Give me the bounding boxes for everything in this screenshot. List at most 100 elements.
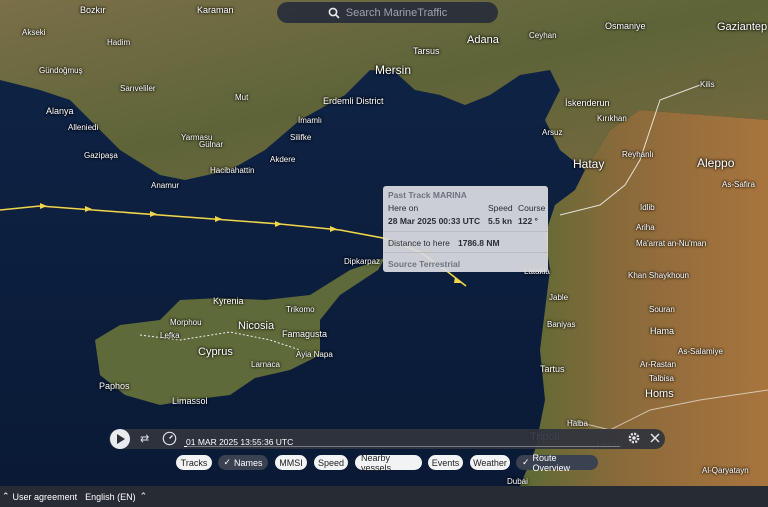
filter-chip[interactable]: Tracks bbox=[176, 455, 212, 470]
past-track-tooltip: Past Track MARINA Here on 28 Mar 2025 00… bbox=[383, 186, 548, 272]
search-bar[interactable]: Search MarineTraffic bbox=[277, 2, 498, 23]
chip-label: Weather bbox=[473, 457, 507, 468]
place-label: As-Salamiye bbox=[678, 347, 723, 356]
user-agreement-link[interactable]: User agreement bbox=[13, 492, 78, 502]
place-label: Adana bbox=[467, 34, 499, 46]
place-label: İmamlı bbox=[298, 116, 322, 125]
play-icon bbox=[116, 434, 125, 444]
filter-chip[interactable]: Weather bbox=[470, 455, 510, 470]
place-label: Paphos bbox=[99, 381, 130, 391]
filter-chip[interactable]: Nearby vessels bbox=[355, 452, 422, 473]
source-label: Source Terrestrial bbox=[388, 259, 461, 269]
place-label: Gülnar bbox=[199, 140, 224, 149]
place-label: Cyprus bbox=[198, 346, 233, 358]
chevron-up-icon[interactable]: ⌃ bbox=[140, 491, 148, 502]
place-label: Baniyas bbox=[547, 320, 576, 329]
place-label: Dubai bbox=[507, 477, 528, 486]
place-label: Tartus bbox=[540, 364, 565, 374]
place-label: As-Safira bbox=[722, 180, 755, 189]
filter-chip[interactable]: Events bbox=[428, 455, 463, 470]
place-label: Talbisa bbox=[649, 374, 674, 383]
place-label: Alanya bbox=[46, 106, 74, 116]
place-label: Hadim bbox=[107, 38, 131, 47]
check-icon: ✓ bbox=[522, 457, 530, 467]
filter-chip[interactable]: ✓ Names bbox=[218, 455, 268, 470]
place-label: Aleppo bbox=[697, 156, 735, 170]
place-label: Larnaca bbox=[251, 360, 280, 369]
place-label: Reyhanlı bbox=[622, 150, 654, 159]
speed-label: Speed bbox=[488, 203, 513, 213]
place-label: Karaman bbox=[197, 5, 234, 15]
place-label: Osmaniye bbox=[605, 21, 646, 31]
place-label: Gündoğmuş bbox=[39, 66, 83, 75]
chip-label: Events bbox=[431, 457, 460, 468]
search-icon bbox=[328, 7, 340, 19]
place-label: İskenderun bbox=[565, 98, 610, 108]
place-label: Ma'arrat an-Nu'man bbox=[636, 239, 707, 248]
distance-value: 1786.8 NM bbox=[458, 238, 500, 248]
place-label: Homs bbox=[645, 388, 674, 400]
place-label: Mersin bbox=[375, 63, 412, 77]
speed-value: 5.5 kn bbox=[488, 216, 513, 226]
close-icon[interactable] bbox=[650, 433, 660, 443]
place-label: Mut bbox=[235, 93, 249, 102]
place-label: Dipkarpaz bbox=[344, 257, 381, 266]
place-label: Akdere bbox=[270, 155, 296, 164]
timeline-progress bbox=[184, 446, 187, 447]
speedometer-icon[interactable] bbox=[162, 431, 177, 446]
tooltip-title: Past Track MARINA bbox=[388, 190, 467, 200]
map-filter-bar: Tracks ✓ Names MMSI Speed Nearby vessels … bbox=[0, 452, 768, 473]
place-label: Limassol bbox=[172, 396, 208, 406]
here-on-label: Here on bbox=[388, 203, 419, 213]
place-label: Kilis bbox=[700, 80, 715, 89]
chip-label: MMSI bbox=[279, 457, 303, 468]
place-label: Anamur bbox=[151, 181, 180, 190]
chip-label: Route Overview bbox=[532, 452, 571, 473]
swap-icon[interactable]: ⇄ bbox=[140, 432, 149, 445]
chip-label: Names bbox=[234, 457, 263, 468]
place-label: Ar-Rastan bbox=[640, 360, 677, 369]
place-label: Kırıkhan bbox=[597, 114, 627, 123]
filter-chip[interactable]: MMSI bbox=[275, 455, 307, 470]
place-label: Hacibahattin bbox=[210, 166, 255, 175]
timeline-slider[interactable] bbox=[184, 446, 620, 447]
place-label: Hatay bbox=[573, 157, 605, 171]
language-selector[interactable]: English (EN) bbox=[85, 492, 136, 502]
place-label: Idlib bbox=[640, 203, 655, 212]
place-label: Bozkır bbox=[80, 5, 106, 15]
place-label: Jable bbox=[549, 293, 569, 302]
filter-chip[interactable]: Speed bbox=[314, 455, 348, 470]
place-label: Silifke bbox=[290, 133, 312, 142]
filter-chip[interactable]: ✓ Route Overview bbox=[516, 452, 598, 473]
place-label: Ceyhan bbox=[529, 31, 557, 40]
place-label: Erdemli District bbox=[323, 96, 384, 106]
place-label: Akseki bbox=[22, 28, 46, 37]
chevron-up-icon[interactable]: ⌃ bbox=[2, 491, 10, 502]
place-label: Tarsus bbox=[413, 46, 440, 56]
place-label: Trikomo bbox=[286, 305, 315, 314]
place-label: Souran bbox=[649, 305, 675, 314]
place-label: Khan Shaykhoun bbox=[628, 271, 689, 280]
place-label: Alleniedi bbox=[68, 123, 99, 132]
place-label: Gaziantep bbox=[717, 21, 768, 33]
search-placeholder: Search MarineTraffic bbox=[345, 6, 448, 19]
place-label: Gazipaşa bbox=[84, 151, 118, 160]
chip-label: Nearby vessels bbox=[361, 452, 392, 473]
place-label: Kyrenia bbox=[213, 296, 244, 306]
chip-label: Tracks bbox=[180, 457, 208, 468]
course-label: Course bbox=[518, 203, 546, 213]
place-label: Arsuz bbox=[542, 128, 563, 137]
check-icon: ✓ bbox=[223, 457, 232, 467]
place-label: Hama bbox=[650, 326, 675, 336]
gear-icon[interactable] bbox=[627, 431, 641, 445]
place-label: Lefka bbox=[160, 331, 180, 340]
place-label: Sarıveliler bbox=[120, 84, 156, 93]
course-value: 122 ° bbox=[518, 216, 538, 226]
place-label: Ariha bbox=[636, 223, 655, 232]
play-button[interactable] bbox=[110, 429, 130, 449]
here-on-value: 28 Mar 2025 00:33 UTC bbox=[388, 216, 481, 226]
place-label: Halba bbox=[567, 419, 588, 428]
footer-bar: ⌃ User agreement English (EN) ⌃ bbox=[0, 486, 768, 507]
place-label: Nicosia bbox=[238, 320, 275, 332]
place-label: Famagusta bbox=[282, 329, 328, 339]
